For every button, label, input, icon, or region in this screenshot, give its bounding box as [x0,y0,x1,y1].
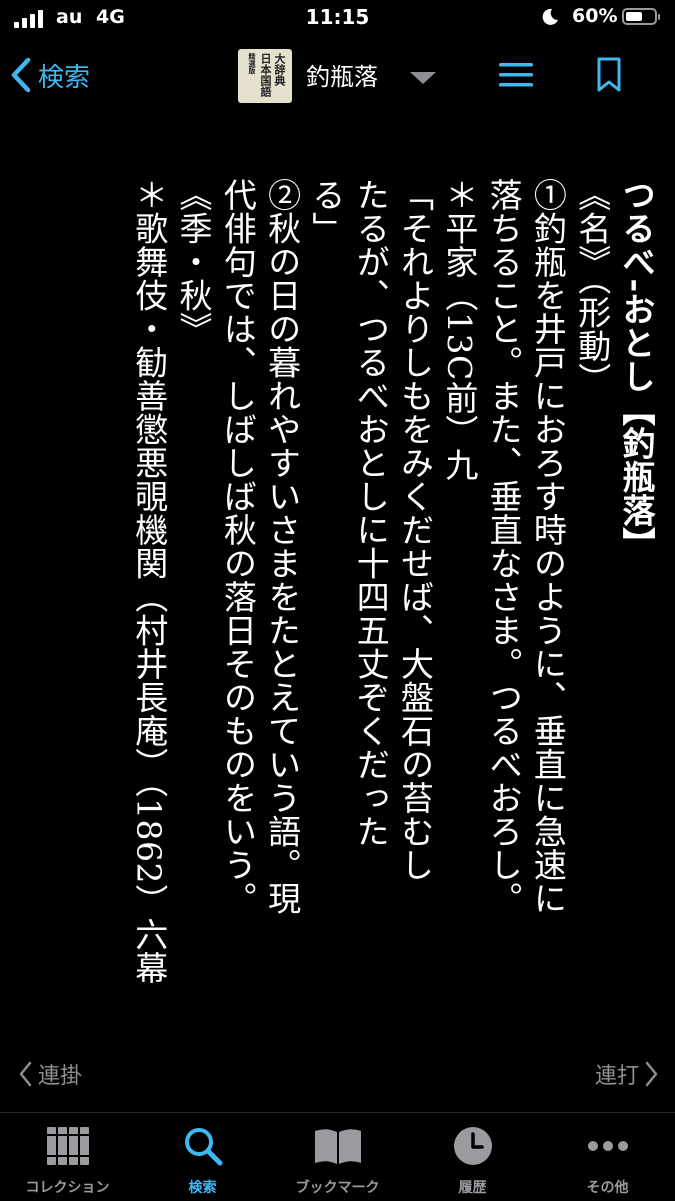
tab-label: その他 [586,1180,629,1196]
back-button[interactable]: 検索 [10,50,90,100]
entry-headword: つるべ‐おとし【釣瓶落】 [617,178,656,561]
bookmark-book-icon [314,1129,361,1164]
tab-label: 履歴 [458,1180,487,1196]
dictionary-book-icon: 精選版 日本国語 大辞典 [238,49,292,103]
tab-label: ブックマーク [295,1180,380,1196]
chevron-left-icon [19,1061,32,1087]
dictionary-title[interactable]: 釣瓶落 [306,57,378,92]
entry-line: 「それよりしもをみくだせば、大盤石の苔むし [395,178,435,882]
search-icon [184,1128,222,1166]
collection-icon [46,1127,89,1165]
back-button-label: 検索 [38,62,91,93]
entry-line: 落ちること。また、垂直なさま。つるべおろし。 [484,178,524,915]
tab-bookmark[interactable]: ブックマーク [270,1113,405,1201]
previous-entry-label: 連掛 [38,1064,83,1089]
tab-more[interactable]: その他 [540,1113,675,1201]
entry-line: る」 [306,178,346,245]
chevron-left-icon [11,57,31,93]
status-bar: au 4G 11:15 60% [0,0,675,38]
battery-percent: 60% [572,5,618,27]
entry-line: 《名》（形動） [572,178,612,396]
entry-line: ＊平家（13C前）九 [439,178,479,482]
battery-icon [622,8,660,25]
entry-line: ①釣瓶を井戸におろす時のように、垂直に急速に [528,178,568,915]
next-entry-label: 連打 [594,1064,639,1089]
menu-list-icon[interactable] [497,60,535,90]
entry-line: ②秋の日の暮れやすいさまをたとえていう語。現 [262,178,302,915]
entry-line: ＊歌舞伎・勧善懲悪覗機関（村井長庵）（1862）六幕 [129,178,169,985]
tab-label: コレクション [25,1180,110,1196]
dictionary-entry: つるべ‐おとし【釣瓶落】 《名》（形動） ①釣瓶を井戸におろす時のように、垂直に急… [0,178,658,1013]
caret-down-icon[interactable] [408,70,438,86]
navigation-bar: 検索 精選版 日本国語 大辞典 釣瓶落 [0,40,675,110]
entry-line: たるが、つるべおとしに十四五丈ぞくだった [351,178,391,848]
do-not-disturb-moon-icon [542,8,558,25]
next-entry-button[interactable]: 連打 [595,1058,659,1090]
tab-search[interactable]: 検索 [135,1113,270,1201]
bookmark-icon[interactable] [596,57,622,93]
previous-entry-button[interactable]: 連掛 [18,1058,82,1090]
more-icon [587,1141,628,1151]
tab-bar: コレクション 検索 ブックマーク 履歴 その他 [0,1112,675,1201]
tab-collection[interactable]: コレクション [0,1113,135,1201]
tab-history[interactable]: 履歴 [405,1113,540,1201]
history-clock-icon [453,1127,492,1165]
chevron-right-icon [645,1061,658,1087]
tab-label: 検索 [188,1180,217,1196]
entry-line: 代俳句では、しばしば秋の落日そのものをいう。 [218,178,258,915]
entry-text: つるべ‐おとし【釣瓶落】 《名》（形動） ①釣瓶を井戸におろす時のように、垂直に急… [126,178,658,1013]
entry-line: 《季・秋》 [174,178,214,346]
